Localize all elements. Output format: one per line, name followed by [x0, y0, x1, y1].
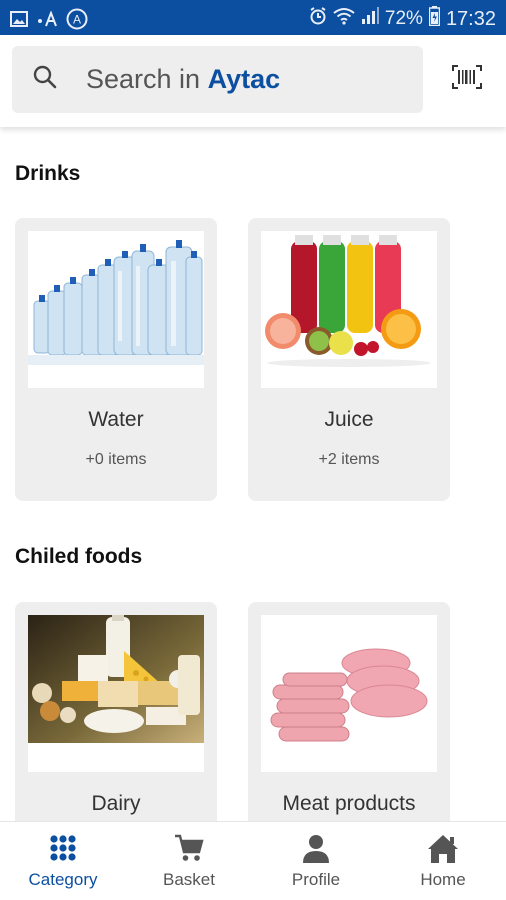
search-placeholder-prefix: Search in	[86, 64, 208, 94]
category-card-dairy[interactable]: Dairy	[15, 602, 217, 821]
section-title-drinks: Drinks	[15, 162, 81, 185]
nav-item-category[interactable]: Category	[0, 822, 126, 900]
app-screen: A 72% 17:32 Search in Aytac Drinks Water…	[0, 0, 506, 900]
search-icon[interactable]	[32, 64, 58, 95]
font-size-icon	[36, 10, 58, 32]
wifi-icon	[333, 7, 355, 31]
search-placeholder[interactable]: Search in Aytac	[86, 64, 280, 95]
app-header: Search in Aytac	[0, 35, 506, 127]
search-placeholder-brand: Aytac	[207, 64, 281, 94]
nav-label: Category	[28, 870, 98, 889]
status-bar-right: 72% 17:32	[309, 6, 496, 32]
user-icon	[302, 834, 330, 869]
a-circle-icon: A	[66, 8, 88, 35]
juice-bottles-image	[261, 231, 437, 388]
bottom-navigation: Category Basket Profile Home	[0, 821, 506, 900]
category-count: +2 items	[318, 451, 380, 468]
nav-item-profile[interactable]: Profile	[253, 822, 379, 900]
category-count: +0 items	[85, 451, 147, 468]
category-name: Juice	[324, 408, 374, 431]
category-name: Water	[88, 408, 144, 431]
grid-icon	[49, 834, 77, 867]
cart-icon	[174, 834, 204, 867]
category-name: Dairy	[91, 792, 141, 815]
section-title-chiled-foods: Chiled foods	[15, 545, 143, 568]
search-bar[interactable]: Search in Aytac	[12, 46, 423, 113]
battery-icon	[428, 6, 441, 32]
status-time: 17:32	[445, 7, 496, 30]
category-card-juice[interactable]: Juice +2 items	[248, 218, 450, 501]
status-bar-left: A	[10, 8, 88, 35]
dairy-image	[28, 615, 204, 772]
nav-item-home[interactable]: Home	[380, 822, 506, 900]
alarm-icon	[309, 7, 327, 31]
a-circle-letter: A	[73, 13, 81, 27]
category-list: Drinks Water +0 items Juice +2 items Chi…	[0, 127, 506, 821]
nav-label: Basket	[163, 870, 215, 889]
water-bottles-image	[28, 231, 204, 388]
nav-label: Home	[420, 870, 466, 889]
home-icon	[427, 834, 459, 869]
signal-icon	[361, 7, 379, 31]
category-card-meat-products[interactable]: Meat products	[248, 602, 450, 821]
image-icon	[10, 11, 28, 32]
status-bar: A 72% 17:32	[0, 0, 506, 35]
barcode-icon[interactable]	[452, 65, 482, 94]
battery-percent: 72%	[384, 8, 423, 29]
meat-products-image	[261, 615, 437, 772]
nav-label: Profile	[291, 870, 341, 889]
category-name: Meat products	[282, 792, 416, 815]
nav-item-basket[interactable]: Basket	[126, 822, 252, 900]
category-card-water[interactable]: Water +0 items	[15, 218, 217, 501]
